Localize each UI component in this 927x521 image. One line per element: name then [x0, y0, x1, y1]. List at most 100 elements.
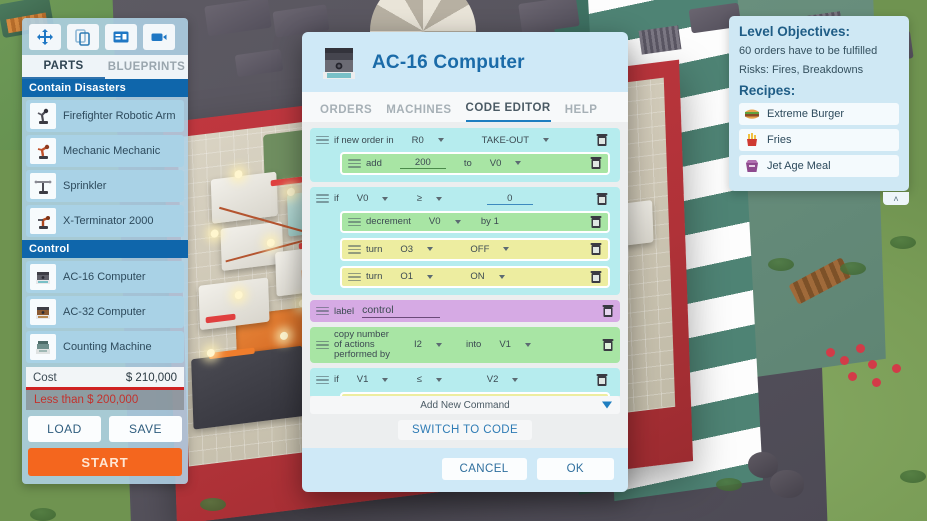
cost-value: $ 210,000 — [125, 372, 177, 384]
save-button[interactable]: SAVE — [109, 416, 182, 442]
dropdown-value: I2 — [414, 339, 422, 351]
copy-tool-button[interactable] — [67, 24, 99, 50]
command-copy-actions[interactable]: copy number of actions performed by I2 i… — [310, 327, 620, 363]
add-new-command-dropdown[interactable]: Add New Command — [310, 396, 620, 414]
drag-handle-icon[interactable] — [316, 134, 329, 147]
drag-handle-icon[interactable] — [316, 339, 329, 352]
chevron-down-icon — [503, 247, 510, 252]
switch-to-code-button[interactable]: SWITCH TO CODE — [397, 420, 533, 440]
dropdown-source-input[interactable]: I2 — [414, 339, 448, 350]
delete-icon[interactable] — [596, 192, 608, 206]
drag-handle-icon[interactable] — [348, 157, 361, 170]
dropdown-variable[interactable]: V0 — [429, 216, 463, 227]
value-input-compare[interactable]: 0 — [486, 193, 533, 205]
dropdown-output[interactable]: O3 — [400, 244, 434, 255]
part-item-ac-16-computer[interactable]: AC-16 Computer — [26, 261, 184, 293]
berry-bush — [856, 344, 865, 353]
dropdown-register[interactable]: R0 — [412, 135, 446, 146]
recipe-item-extreme-burger[interactable]: Extreme Burger — [739, 103, 899, 125]
part-item-sprinkler[interactable]: Sprinkler — [26, 170, 184, 202]
tab-parts[interactable]: PARTS — [22, 55, 105, 79]
ok-button[interactable]: OK — [536, 458, 614, 480]
command-turn-o1-on[interactable]: turn O1 ON — [340, 265, 610, 288]
command-add[interactable]: add 200 to V0 — [340, 152, 610, 175]
dialog-header: AC-16 Computer — [302, 32, 628, 92]
objective-orders: 60 orders have to be fulfilled — [739, 45, 878, 57]
delete-icon[interactable] — [602, 338, 614, 352]
chevron-down-icon — [427, 274, 434, 279]
notes-tool-button[interactable] — [105, 24, 137, 50]
dropdown-value: V2 — [486, 374, 499, 386]
part-item-counting-machine[interactable]: Counting Machine — [26, 331, 184, 363]
part-item-mechanic-mechanic[interactable]: Mechanic Mechanic — [26, 135, 184, 167]
command-if-compare[interactable]: if V0 ≥ 0 decrement V0 by 1 turn O3 OFF … — [310, 186, 620, 295]
recipe-item-fries[interactable]: Fries — [739, 129, 899, 151]
dialog-title: AC-16 Computer — [372, 52, 525, 73]
delete-icon[interactable] — [590, 270, 602, 284]
objectives-collapse-button[interactable]: ˄ — [883, 192, 909, 205]
chevron-down-icon — [515, 161, 522, 166]
chevron-down-icon — [435, 377, 442, 382]
command-keyword: turn — [366, 271, 383, 283]
part-item-x-terminator-2000[interactable]: X-Terminator 2000 — [26, 205, 184, 237]
drag-handle-icon[interactable] — [316, 192, 329, 205]
drag-handle-icon[interactable] — [316, 305, 329, 318]
drag-handle-icon[interactable] — [348, 271, 361, 284]
recipe-label: Extreme Burger — [767, 108, 845, 120]
dropdown-operator[interactable]: ≤ — [417, 374, 451, 385]
delete-icon[interactable] — [590, 215, 602, 229]
drag-handle-icon[interactable] — [316, 374, 329, 387]
dropdown-state[interactable]: ON — [470, 271, 505, 282]
grass-tuft — [200, 498, 226, 511]
command-if-new-order[interactable]: if new order in R0 TAKE-OUT add 200 to V… — [310, 128, 620, 182]
drag-handle-icon[interactable] — [348, 216, 361, 229]
start-button[interactable]: START — [28, 448, 182, 476]
cost-warning: Less than $ 200,000 — [26, 390, 184, 410]
command-keyword: copy number of actions performed by — [334, 329, 390, 360]
dropdown-state[interactable]: OFF — [470, 244, 510, 255]
parts-tabs: PARTS BLUEPRINTS — [22, 55, 188, 79]
command-label[interactable]: label control — [310, 300, 620, 322]
command-decrement[interactable]: decrement V0 by 1 — [340, 210, 610, 233]
part-label: AC-32 Computer — [63, 306, 146, 318]
load-button[interactable]: LOAD — [28, 416, 101, 442]
command-turn-o3-off[interactable]: turn O3 OFF — [340, 238, 610, 261]
move-tool-button[interactable] — [29, 24, 61, 50]
command-keyword: turn — [366, 243, 383, 255]
dropdown-target-variable[interactable]: V0 — [490, 158, 524, 169]
delete-icon[interactable] — [596, 373, 608, 387]
dropdown-right-operand[interactable]: V2 — [487, 374, 521, 385]
camera-tool-button[interactable] — [143, 24, 175, 50]
tab-blueprints[interactable]: BLUEPRINTS — [105, 55, 188, 79]
dropdown-left-operand[interactable]: V1 — [357, 374, 391, 385]
tab-help[interactable]: HELP — [565, 104, 598, 122]
dropdown-order-type[interactable]: TAKE-OUT — [482, 135, 549, 146]
delete-icon[interactable] — [590, 156, 602, 170]
robot-arm-icon — [30, 103, 56, 129]
tab-code-editor[interactable]: CODE EDITOR — [465, 102, 551, 122]
dropdown-operator[interactable]: ≥ — [417, 193, 451, 204]
command-if-compare-vars[interactable]: if V1 ≤ V2 — [310, 367, 620, 396]
recipe-item-jet-age-meal[interactable]: Jet Age Meal — [739, 155, 899, 177]
delete-icon[interactable] — [596, 133, 608, 147]
drag-handle-icon[interactable] — [348, 243, 361, 256]
recipe-label: Jet Age Meal — [767, 160, 831, 172]
dropdown-output[interactable]: O1 — [400, 271, 434, 282]
dropdown-target-variable[interactable]: V1 — [499, 339, 533, 350]
value-input-add[interactable]: 200 — [399, 157, 446, 170]
delete-icon[interactable] — [602, 304, 614, 318]
command-keyword: if — [334, 374, 339, 386]
chevron-down-icon — [602, 401, 612, 409]
sprinkler-icon — [30, 173, 56, 199]
label-name-input[interactable]: control — [362, 304, 441, 318]
tab-machines[interactable]: MACHINES — [386, 104, 451, 122]
chevron-down-icon — [382, 196, 389, 201]
cancel-button[interactable]: CANCEL — [441, 458, 527, 480]
objective-risks: Risks: Fires, Breakdowns — [739, 64, 864, 76]
command-connector: into — [466, 339, 482, 351]
tab-orders[interactable]: ORDERS — [320, 104, 372, 122]
part-item-ac-32-computer[interactable]: AC-32 Computer — [26, 296, 184, 328]
dropdown-left-operand[interactable]: V0 — [357, 193, 391, 204]
delete-icon[interactable] — [590, 242, 602, 256]
part-item-firefighter-robotic-arm[interactable]: Firefighter Robotic Arm — [26, 100, 184, 132]
